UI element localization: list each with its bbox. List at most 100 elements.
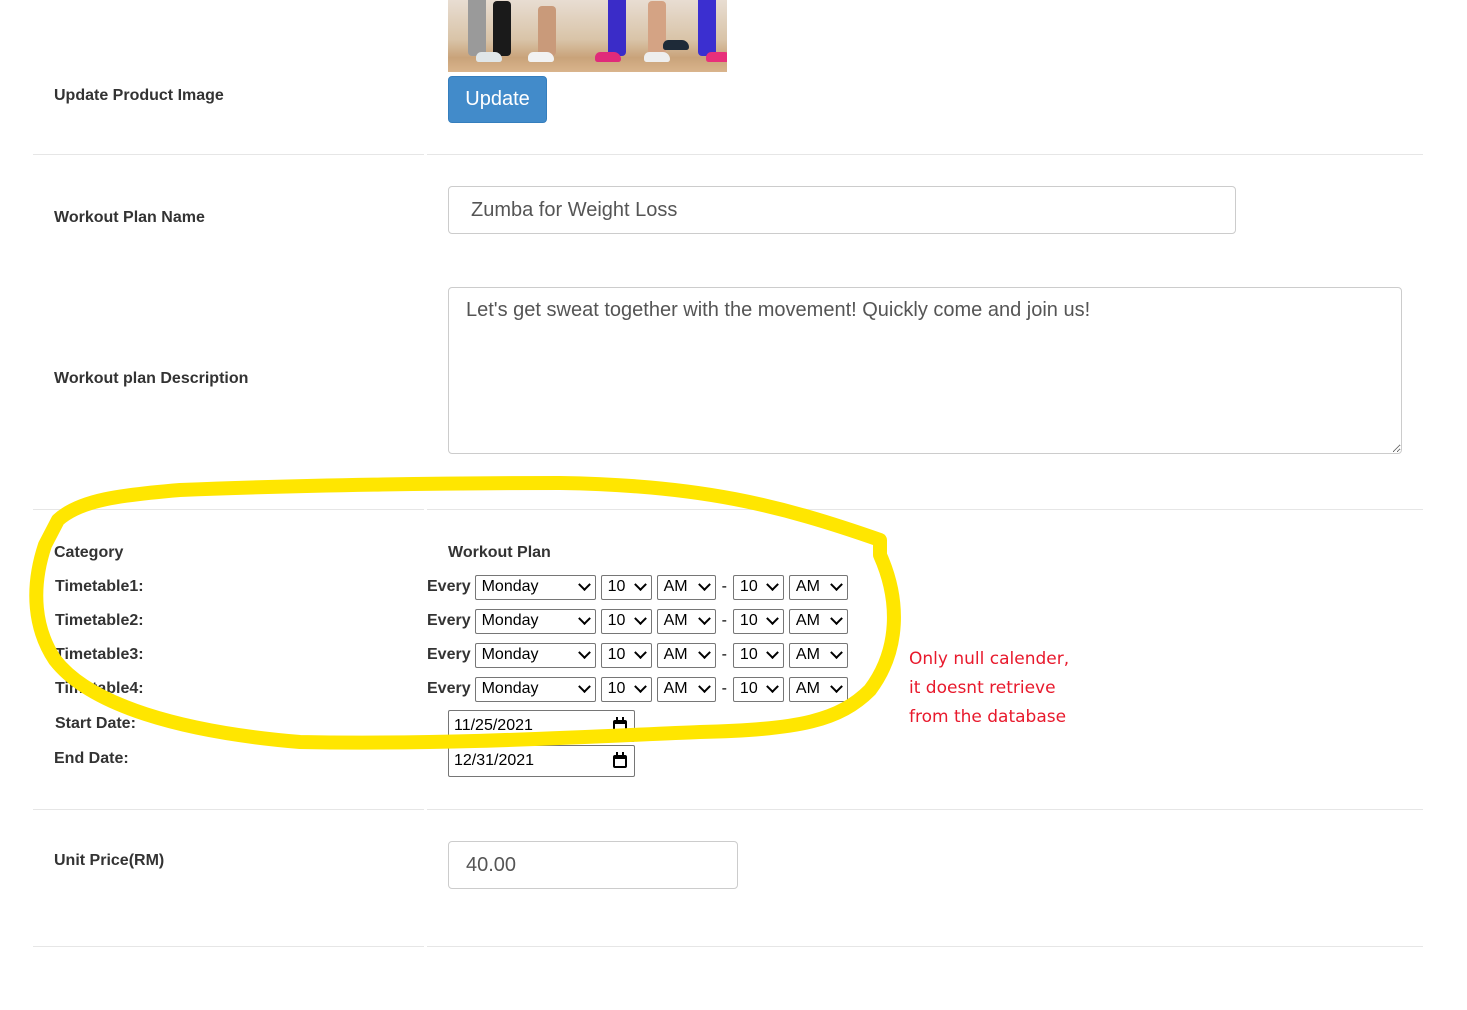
start-hour-select[interactable]: 10 — [600, 676, 652, 702]
start-date-value: 11/25/2021 — [454, 717, 533, 734]
chevron-down-icon — [830, 611, 843, 625]
start-hour-value: 10 — [607, 612, 626, 629]
timetable-label: Timetable4: — [55, 680, 144, 697]
end-hour-select[interactable]: 10 — [732, 574, 784, 600]
image-detail — [538, 6, 556, 56]
start-hour-value: 10 — [607, 578, 626, 595]
row-divider — [427, 509, 1423, 510]
end-hour-value: 10 — [739, 680, 758, 697]
annotation-note-line: it doesnt retrieve — [909, 678, 1056, 698]
workout-plan-description-textarea[interactable]: Let's get sweat together with the moveme… — [448, 287, 1402, 454]
time-separator: - — [721, 612, 727, 629]
chevron-down-icon — [577, 611, 591, 625]
calendar-icon[interactable] — [613, 751, 627, 768]
day-select[interactable]: Monday — [474, 642, 596, 668]
image-detail — [528, 52, 554, 62]
chevron-down-icon — [577, 645, 591, 659]
every-label: Every — [427, 646, 471, 663]
start-ampm-select[interactable]: AM — [656, 574, 716, 600]
start-hour-value: 10 — [607, 680, 626, 697]
row-divider — [33, 154, 424, 155]
every-label: Every — [427, 612, 471, 629]
chevron-down-icon — [766, 645, 779, 659]
row-divider — [427, 809, 1423, 810]
end-ampm-select[interactable]: AM — [788, 642, 848, 668]
chevron-down-icon — [766, 611, 779, 625]
chevron-down-icon — [633, 577, 647, 591]
update-product-image-label: Update Product Image — [54, 87, 224, 104]
start-ampm-value: AM — [663, 612, 688, 629]
end-ampm-select[interactable]: AM — [788, 676, 848, 702]
workout-plan-description-label: Workout plan Description — [54, 370, 249, 387]
end-date-input[interactable]: 12/31/2021 — [448, 745, 635, 777]
calendar-icon[interactable] — [613, 716, 627, 733]
category-label: Category — [54, 544, 124, 561]
end-ampm-select[interactable]: AM — [788, 608, 848, 634]
day-select-value: Monday — [481, 646, 539, 663]
end-ampm-value: AM — [795, 578, 820, 595]
day-select[interactable]: Monday — [474, 676, 596, 702]
start-ampm-value: AM — [663, 680, 688, 697]
timetable-label: Timetable2: — [55, 612, 144, 629]
chevron-down-icon — [577, 679, 591, 693]
end-hour-select[interactable]: 10 — [732, 608, 784, 634]
end-ampm-select[interactable]: AM — [788, 574, 848, 600]
end-hour-value: 10 — [739, 646, 758, 663]
end-ampm-value: AM — [795, 646, 820, 663]
end-hour-value: 10 — [739, 612, 758, 629]
start-date-label: Start Date: — [55, 715, 136, 732]
image-detail — [698, 0, 716, 56]
end-ampm-value: AM — [795, 680, 820, 697]
annotation-note-line: Only null calender, — [909, 649, 1070, 669]
start-ampm-select[interactable]: AM — [656, 642, 716, 668]
annotation-note: Only null calender, it doesnt retrieve f… — [909, 645, 1069, 732]
image-detail — [468, 0, 486, 56]
day-select[interactable]: Monday — [474, 608, 596, 634]
time-separator: - — [721, 578, 727, 595]
start-hour-select[interactable]: 10 — [600, 574, 652, 600]
day-select-value: Monday — [481, 578, 539, 595]
start-hour-select[interactable]: 10 — [600, 642, 652, 668]
row-divider — [33, 809, 424, 810]
timetable-label: Timetable3: — [55, 646, 144, 663]
workout-plan-name-label: Workout Plan Name — [54, 209, 205, 226]
start-ampm-value: AM — [663, 578, 688, 595]
annotation-note-line: from the database — [909, 707, 1067, 727]
every-label: Every — [427, 578, 471, 595]
start-ampm-select[interactable]: AM — [656, 676, 716, 702]
image-detail — [644, 52, 670, 62]
end-ampm-value: AM — [795, 612, 820, 629]
day-select-value: Monday — [481, 612, 539, 629]
chevron-down-icon — [830, 679, 843, 693]
image-detail — [608, 0, 626, 56]
image-detail — [595, 52, 621, 62]
unit-price-label: Unit Price(RM) — [54, 852, 165, 869]
chevron-down-icon — [633, 679, 647, 693]
update-image-button[interactable]: Update — [448, 76, 547, 123]
end-date-value: 12/31/2021 — [454, 752, 535, 769]
day-select[interactable]: Monday — [474, 574, 596, 600]
start-ampm-select[interactable]: AM — [656, 608, 716, 634]
end-hour-select[interactable]: 10 — [732, 676, 784, 702]
row-divider — [33, 946, 424, 947]
end-date-label: End Date: — [54, 750, 129, 767]
chevron-down-icon — [633, 645, 647, 659]
unit-price-input[interactable] — [448, 841, 738, 889]
workout-plan-name-input[interactable] — [448, 186, 1236, 234]
chevron-down-icon — [633, 611, 647, 625]
end-hour-select[interactable]: 10 — [732, 642, 784, 668]
row-divider — [427, 946, 1423, 947]
image-detail — [663, 40, 689, 50]
start-hour-select[interactable]: 10 — [600, 608, 652, 634]
image-detail — [476, 52, 502, 62]
day-select-value: Monday — [481, 680, 539, 697]
start-date-input[interactable]: 11/25/2021 — [448, 710, 635, 742]
chevron-down-icon — [697, 611, 711, 625]
category-value: Workout Plan — [448, 544, 551, 561]
chevron-down-icon — [830, 645, 843, 659]
chevron-down-icon — [697, 645, 711, 659]
time-separator: - — [721, 680, 727, 697]
chevron-down-icon — [830, 577, 843, 591]
image-detail — [706, 52, 727, 62]
chevron-down-icon — [766, 679, 779, 693]
